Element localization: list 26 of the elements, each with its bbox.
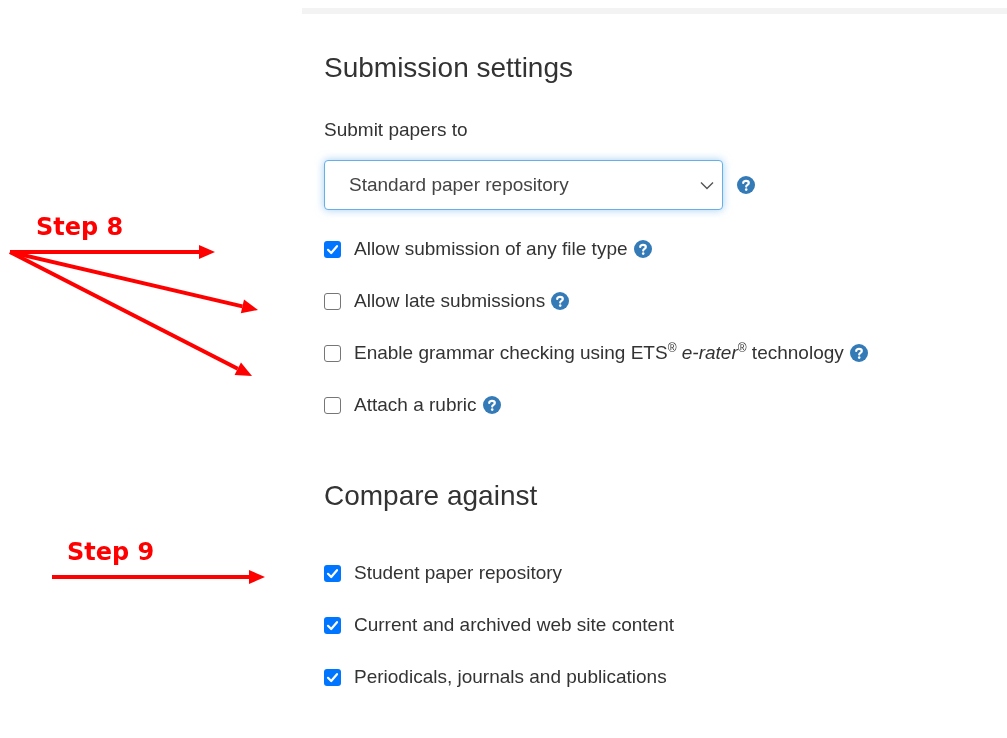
option-label: Allow submission of any file type (354, 237, 628, 261)
help-icon[interactable] (551, 292, 570, 310)
chevron-icon (700, 180, 714, 190)
checkbox[interactable] (324, 344, 341, 362)
option-label: Current and archived web site content (354, 613, 674, 637)
help-icon[interactable] (849, 344, 868, 362)
option-label: Student paper repository (354, 561, 563, 585)
help-icon[interactable] (737, 176, 755, 194)
step-label: Step 9 (67, 538, 155, 566)
section-heading: Submission settings (324, 51, 574, 85)
section-heading: Compare against (324, 479, 539, 513)
option-label: Enable grammar checking using ETS$^{®}$ e-rater$^{®}$ technology (354, 341, 844, 365)
option-label: Periodicals, journals and publications (354, 665, 667, 689)
option-label: Allow late submissions (354, 289, 546, 313)
field-label: Submit papers to (324, 118, 468, 142)
help-icon[interactable] (633, 240, 652, 258)
checkbox[interactable] (324, 396, 341, 414)
step-label: Step 8 (36, 213, 124, 241)
option-label: Attach a rubric (354, 393, 477, 417)
help-icon[interactable] (482, 396, 501, 414)
repository-dropdown[interactable]: Standard paper repository (324, 160, 723, 210)
checkbox[interactable] (324, 616, 341, 634)
checkbox[interactable] (324, 240, 341, 258)
checkbox[interactable] (324, 668, 341, 686)
checkbox[interactable] (324, 292, 341, 310)
checkbox[interactable] (324, 564, 341, 582)
